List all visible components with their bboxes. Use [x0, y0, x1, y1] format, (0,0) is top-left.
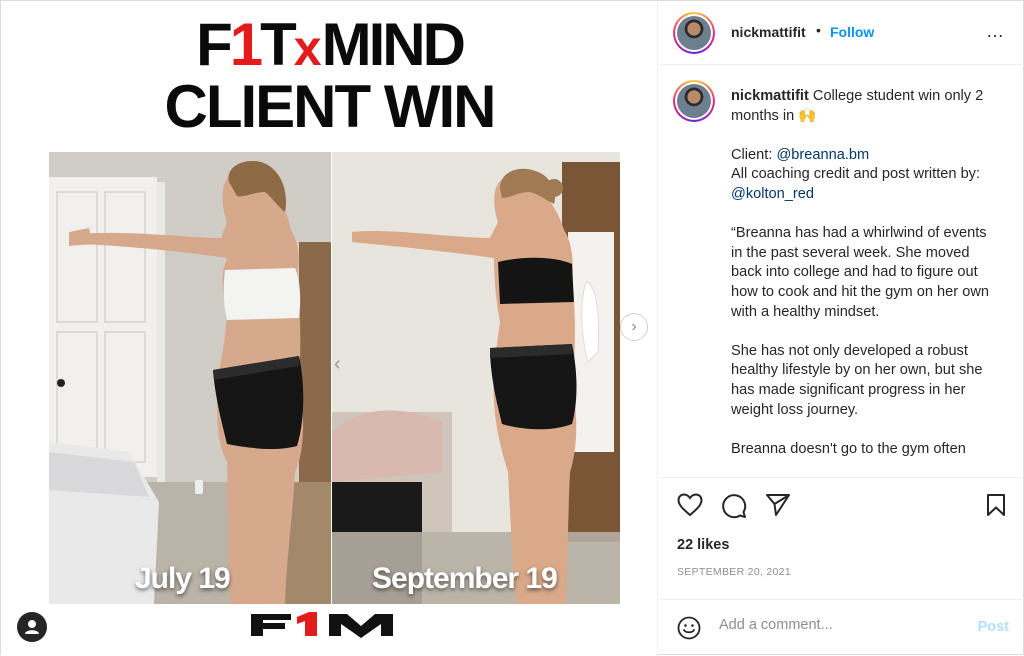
comment-input[interactable]	[719, 617, 959, 633]
chevron-right-icon: ›	[631, 318, 637, 335]
like-heart-icon[interactable]	[677, 493, 703, 517]
client-mention-link[interactable]: @breanna.bm	[776, 147, 869, 163]
likes-count[interactable]: 22 likes	[677, 537, 729, 553]
headline-client-win: CLIENT WIN	[164, 73, 497, 140]
post-dialog: F1TxMIND CLIENT WIN July 19 September 19…	[0, 0, 1024, 656]
user-icon	[25, 620, 39, 634]
after-photo: September 19	[332, 152, 620, 604]
share-icon[interactable]	[765, 493, 791, 517]
header-separator: •	[816, 22, 821, 38]
post-media[interactable]: F1TxMIND CLIENT WIN July 19 September 19…	[1, 1, 658, 656]
comment-icon[interactable]	[721, 493, 747, 519]
after-date-label: September 19	[372, 562, 558, 595]
post-sidebar: nickmattifit • Follow … nickmattifit Col…	[659, 1, 1024, 656]
before-photo: July 19	[49, 152, 331, 604]
comments-scroll-area[interactable]: nickmattifit College student win only 2 …	[659, 66, 1024, 478]
coach-mention-link[interactable]: @kolton_red	[731, 186, 814, 202]
post-date[interactable]: SEPTEMBER 20, 2021	[677, 566, 791, 578]
more-options-icon[interactable]: …	[986, 21, 1005, 42]
credit-text: All coaching credit and post written by:	[731, 166, 981, 183]
author-avatar[interactable]	[673, 12, 715, 54]
caption-paragraph-1: “Breanna has had a whirlwind of events i…	[731, 225, 989, 320]
action-bar	[659, 479, 1024, 529]
tagged-user-button[interactable]	[17, 612, 47, 642]
client-label: Client:	[731, 146, 773, 163]
caption-paragraph-2: She has not only developed a robust heal…	[731, 342, 983, 418]
f1m-logo	[251, 612, 393, 638]
carousel-prev-icon[interactable]: ‹	[334, 353, 341, 376]
post-caption: nickmattifit College student win only 2 …	[731, 87, 999, 477]
add-comment-bar: Post	[659, 599, 1024, 656]
caption-paragraph-3: Breanna doesn't go to the gym often	[731, 440, 966, 457]
author-username[interactable]: nickmattifit	[731, 24, 806, 40]
emoji-icon[interactable]	[677, 616, 701, 640]
carousel-next-button[interactable]: ›	[620, 313, 648, 341]
caption-author-avatar[interactable]	[673, 80, 715, 122]
save-bookmark-icon[interactable]	[985, 493, 1007, 517]
headline-brand: F1TxMIND	[196, 11, 466, 78]
caption-username[interactable]: nickmattifit	[731, 88, 809, 104]
post-header: nickmattifit • Follow …	[659, 1, 1024, 65]
post-comment-button[interactable]: Post	[978, 619, 1009, 635]
before-date-label: July 19	[135, 562, 231, 595]
follow-button[interactable]: Follow	[830, 24, 874, 40]
